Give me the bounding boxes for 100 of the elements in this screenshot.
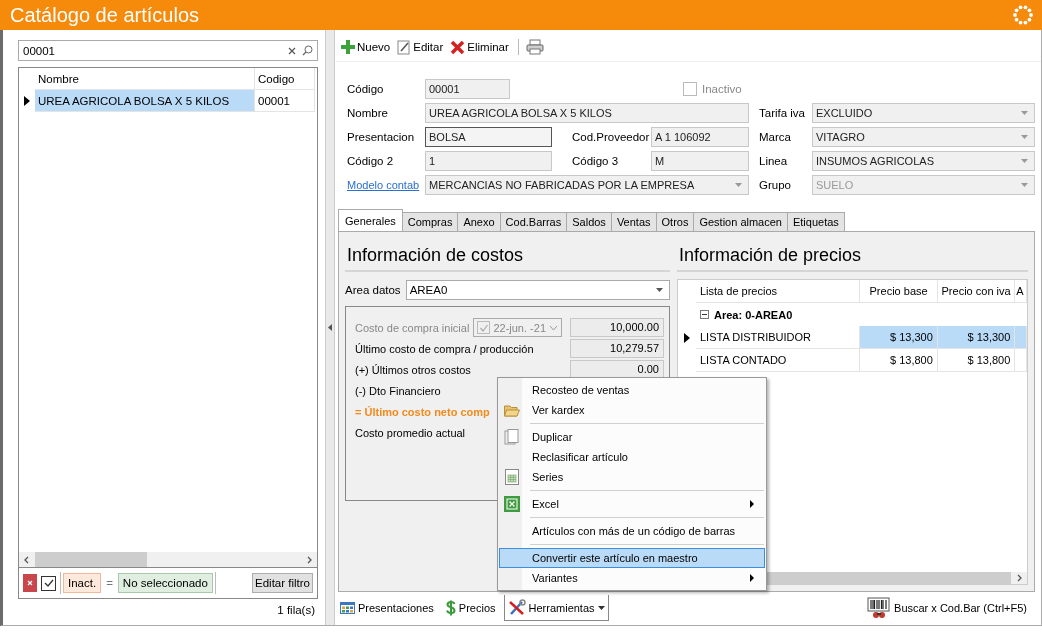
menu-item[interactable]: Series [499, 467, 765, 487]
tab[interactable]: Ventas [610, 212, 657, 231]
row-count: 1 fila(s) [276, 603, 316, 616]
table-cell[interactable]: $ 13,800 [860, 349, 938, 372]
scroll-left-icon[interactable] [23, 555, 31, 564]
menu-item[interactable]: Convertir este artículo en maestro [499, 548, 765, 568]
cost-label: Último costo de compra / producción [355, 342, 534, 355]
table-cell[interactable]: UREA AGRICOLA BOLSA X 5 KILOS [35, 90, 255, 112]
tab[interactable]: Etiquetas [786, 212, 845, 231]
dropdown-field[interactable]: VITAGRO [812, 127, 1035, 147]
dollar-icon [445, 600, 456, 616]
edit-icon [397, 39, 412, 55]
filter-operator[interactable]: = [106, 577, 113, 589]
field-label: Código [347, 83, 385, 95]
filter-field[interactable]: Inact. [63, 573, 102, 593]
menu-item[interactable]: Excel [499, 494, 765, 514]
scroll-right-icon[interactable] [305, 555, 313, 564]
barcode-search-button[interactable]: Buscar x Cod.Bar (Ctrl+F5) [863, 595, 1031, 621]
filter-value[interactable]: No seleccionado [117, 573, 213, 593]
submenu-arrow-icon [750, 574, 754, 582]
tab[interactable]: Generales [338, 209, 403, 231]
input-field[interactable]: UREA AGRICOLA BOLSA X 5 KILOS [425, 103, 749, 123]
field-link[interactable]: Modelo contab [347, 179, 425, 191]
tab[interactable]: Anexo [457, 212, 501, 231]
tab[interactable]: Saldos [566, 212, 612, 231]
date-checkbox[interactable] [477, 321, 491, 334]
column-header[interactable]: Precio con iva [937, 280, 1016, 303]
field-label: Código 2 [347, 155, 395, 167]
scroll-right-icon[interactable] [1015, 574, 1023, 582]
collapse-arrow-icon[interactable] [328, 324, 332, 331]
spreadsheet-icon [505, 469, 519, 485]
section-heading: Información de costos [345, 238, 670, 272]
cost-value-field[interactable]: 10,000.00 [570, 318, 664, 337]
spinner-icon [1012, 4, 1034, 26]
dropdown-field[interactable]: INSUMOS AGRICOLAS [812, 151, 1035, 171]
table-cell[interactable] [1015, 349, 1027, 372]
new-button[interactable]: Nuevo [339, 40, 393, 54]
column-header[interactable]: Codigo [255, 68, 315, 90]
field-label: Nombre [347, 107, 389, 119]
cost-label: (-) Dto Financiero [355, 384, 441, 397]
printer-icon[interactable] [525, 39, 544, 55]
delete-icon [450, 39, 466, 55]
table-cell[interactable]: $ 13,800 [937, 349, 1016, 372]
cost-label: Costo de compra inicial [355, 321, 470, 334]
menu-item[interactable]: Reclasificar artículo [499, 447, 765, 467]
menu-item[interactable]: Duplicar [499, 427, 765, 447]
cost-value-field[interactable]: 10,279.57 [570, 339, 664, 358]
dropdown-field[interactable]: MERCANCIAS NO FABRICADAS POR LA EMPRESA [425, 175, 749, 195]
horizontal-scrollbar[interactable] [19, 552, 317, 567]
table-cell[interactable]: $ 13,300 [937, 326, 1016, 349]
search-field[interactable]: 00001 [18, 40, 318, 61]
table-cell[interactable]: $ 13,300 [860, 326, 938, 349]
table-cell[interactable]: 00001 [255, 90, 315, 112]
filter-checkbox[interactable] [41, 575, 56, 591]
field-label: Linea [759, 155, 789, 167]
field-label: Grupo [759, 179, 792, 191]
section-heading: Información de precios [677, 238, 1028, 272]
field-label: Area datos [345, 284, 401, 296]
window-title: Catálogo de artículos [10, 3, 199, 27]
tab[interactable]: Gestion almacen [693, 212, 788, 231]
input-field[interactable]: A 1 106092 [651, 127, 749, 147]
clear-icon[interactable] [288, 46, 296, 55]
barcode-binoculars-icon [867, 597, 892, 619]
chevron-down-icon[interactable] [549, 324, 558, 331]
dropdown-field[interactable]: EXCLUIDO [812, 103, 1035, 123]
prices-button[interactable]: Precios [441, 595, 500, 621]
dropdown-field[interactable]: AREA0 [405, 280, 670, 300]
presentations-button[interactable]: Presentaciones [336, 595, 438, 621]
edit-filter-button[interactable]: Editar filtro [252, 573, 313, 593]
remove-filter-icon[interactable] [23, 574, 37, 592]
plus-icon [341, 40, 355, 54]
field-label: Presentacion [347, 131, 416, 143]
submenu-arrow-icon [750, 500, 754, 508]
column-header[interactable]: A [1015, 280, 1027, 303]
delete-button[interactable]: Eliminar [448, 39, 511, 55]
cost-label: (+) Últimos otros costos [355, 363, 471, 376]
collapse-icon[interactable] [700, 310, 709, 319]
input-field[interactable]: BOLSA [425, 127, 552, 147]
menu-item[interactable]: Variantes [499, 568, 765, 588]
grid-icon [340, 602, 355, 614]
checkbox-label: Inactivo [702, 83, 742, 95]
field-label: Tarifa iva [759, 107, 807, 119]
input-field[interactable]: M [651, 151, 749, 171]
cost-label: = Último costo neto comp [355, 405, 490, 418]
tools-icon [507, 598, 526, 617]
column-header[interactable]: Lista de precios [696, 280, 861, 303]
edit-button[interactable]: Editar [395, 39, 446, 55]
menu-item[interactable]: Artículos con más de un código de barras [499, 521, 765, 541]
column-header[interactable]: Precio base [860, 280, 938, 303]
caret-icon[interactable] [656, 288, 663, 292]
search-icon[interactable] [302, 45, 313, 56]
table-cell[interactable]: LISTA CONTADO [696, 349, 861, 372]
menu-item[interactable]: Recosteo de ventas [499, 380, 765, 400]
tab[interactable]: Cod.Barras [499, 212, 568, 231]
tab[interactable]: Compras [401, 212, 459, 231]
input-field[interactable]: 00001 [425, 79, 510, 99]
table-cell[interactable] [1015, 326, 1027, 349]
input-field[interactable]: 1 [425, 151, 552, 171]
tools-button[interactable]: Herramientas [503, 595, 609, 621]
menu-item[interactable]: Ver kardex [499, 400, 765, 420]
